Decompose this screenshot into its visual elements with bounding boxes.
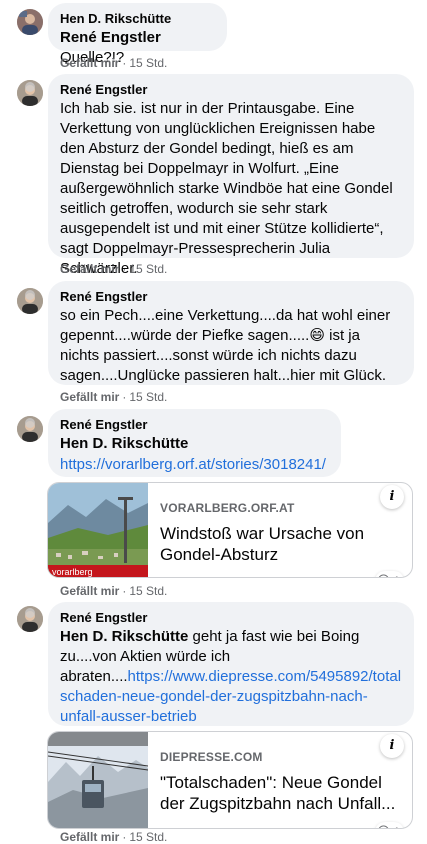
info-icon[interactable]: i xyxy=(380,485,404,509)
comment-meta: Gefällt mir · 15 Std. xyxy=(60,584,168,598)
reaction-summary[interactable]: 😥1 xyxy=(374,822,404,828)
comment-text: Hen D. Rikschütte xyxy=(60,434,329,454)
preview-domain: DIEPRESSE.COM xyxy=(160,750,263,764)
avatar[interactable] xyxy=(17,80,43,106)
like-button[interactable]: Gefällt mir xyxy=(60,262,119,276)
timestamp[interactable]: 15 Std. xyxy=(129,262,167,276)
info-icon[interactable]: i xyxy=(380,734,404,758)
like-button[interactable]: Gefällt mir xyxy=(60,830,119,844)
avatar[interactable] xyxy=(17,416,43,442)
comment-author[interactable]: René Engstler xyxy=(60,289,402,305)
preview-thumbnail: vorarlberg xyxy=(48,483,148,577)
comment-text: so ein Pech....eine Verkettung....da hat… xyxy=(60,306,402,386)
comment-bubble: René Engstler Hen D. Rikschütte geht ja … xyxy=(48,602,414,726)
link-preview-card[interactable]: DIEPRESSE.COM "Totalschaden": Neue Gonde… xyxy=(47,731,413,829)
avatar[interactable] xyxy=(17,9,43,35)
comment-author[interactable]: René Engstler xyxy=(60,417,329,433)
mention[interactable]: Hen D. Rikschütte xyxy=(60,628,188,645)
smile-emoji-icon: 😄 xyxy=(309,327,325,344)
comment-text: Ich hab sie. ist nur in der Printausgabe… xyxy=(60,100,393,277)
reaction-count: 1 xyxy=(393,574,400,577)
timestamp[interactable]: 15 Std. xyxy=(129,390,167,404)
comment-author[interactable]: René Engstler xyxy=(60,82,402,98)
preview-thumbnail-label: vorarlberg xyxy=(48,565,148,577)
mention[interactable]: René Engstler xyxy=(60,29,161,46)
comment-bubble: René Engstler Ich hab sie. ist nur in de… xyxy=(48,74,414,277)
comment-bubble: René Engstler Hen D. Rikschütte https://… xyxy=(48,409,341,477)
like-button[interactable]: Gefällt mir xyxy=(60,584,119,598)
sad-reaction-icon: 😥 xyxy=(377,824,391,828)
mention[interactable]: Hen D. Rikschütte xyxy=(60,435,188,452)
comment-link-line: https://vorarlberg.orf.at/stories/301824… xyxy=(60,455,329,475)
avatar[interactable] xyxy=(17,606,43,632)
avatar[interactable] xyxy=(17,288,43,314)
preview-thumbnail xyxy=(48,732,148,828)
comment-bubble: Hen D. Rikschütte René Engstler Quelle?!… xyxy=(48,3,227,66)
comment-meta: Gefällt mir · 15 Std. xyxy=(60,56,168,70)
timestamp[interactable]: 15 Std. xyxy=(129,56,167,70)
comment-link[interactable]: https://vorarlberg.orf.at/stories/301824… xyxy=(60,456,326,473)
like-button[interactable]: Gefällt mir xyxy=(60,390,119,404)
sad-reaction-icon: 😥 xyxy=(377,573,391,577)
comment-meta: Gefällt mir · 15 Std. xyxy=(60,390,168,404)
preview-title: Windstoß war Ursache von Gondel-Absturz xyxy=(160,524,365,564)
comment-bubble: René Engstler so ein Pech....eine Verket… xyxy=(48,281,414,385)
reaction-summary[interactable]: 😥1 xyxy=(374,571,404,577)
comment-meta: Gefällt mir · 15 Std. xyxy=(60,262,168,276)
comment-author[interactable]: René Engstler xyxy=(60,610,402,626)
preview-title: "Totalschaden": Neue Gondel der Zugspitz… xyxy=(160,773,396,813)
timestamp[interactable]: 15 Std. xyxy=(129,830,167,844)
reaction-count: 1 xyxy=(393,825,400,828)
comment-text: Hen D. Rikschütte geht ja fast wie bei B… xyxy=(60,627,402,727)
preview-domain: VORARLBERG.ORF.AT xyxy=(160,501,295,515)
like-button[interactable]: Gefällt mir xyxy=(60,56,119,70)
comment-author[interactable]: Hen D. Rikschütte xyxy=(60,11,215,27)
link-preview-card[interactable]: vorarlberg VORARLBERG.ORF.AT Windstoß wa… xyxy=(47,482,413,578)
comment-meta: Gefällt mir · 15 Std. xyxy=(60,830,168,844)
timestamp[interactable]: 15 Std. xyxy=(129,584,167,598)
